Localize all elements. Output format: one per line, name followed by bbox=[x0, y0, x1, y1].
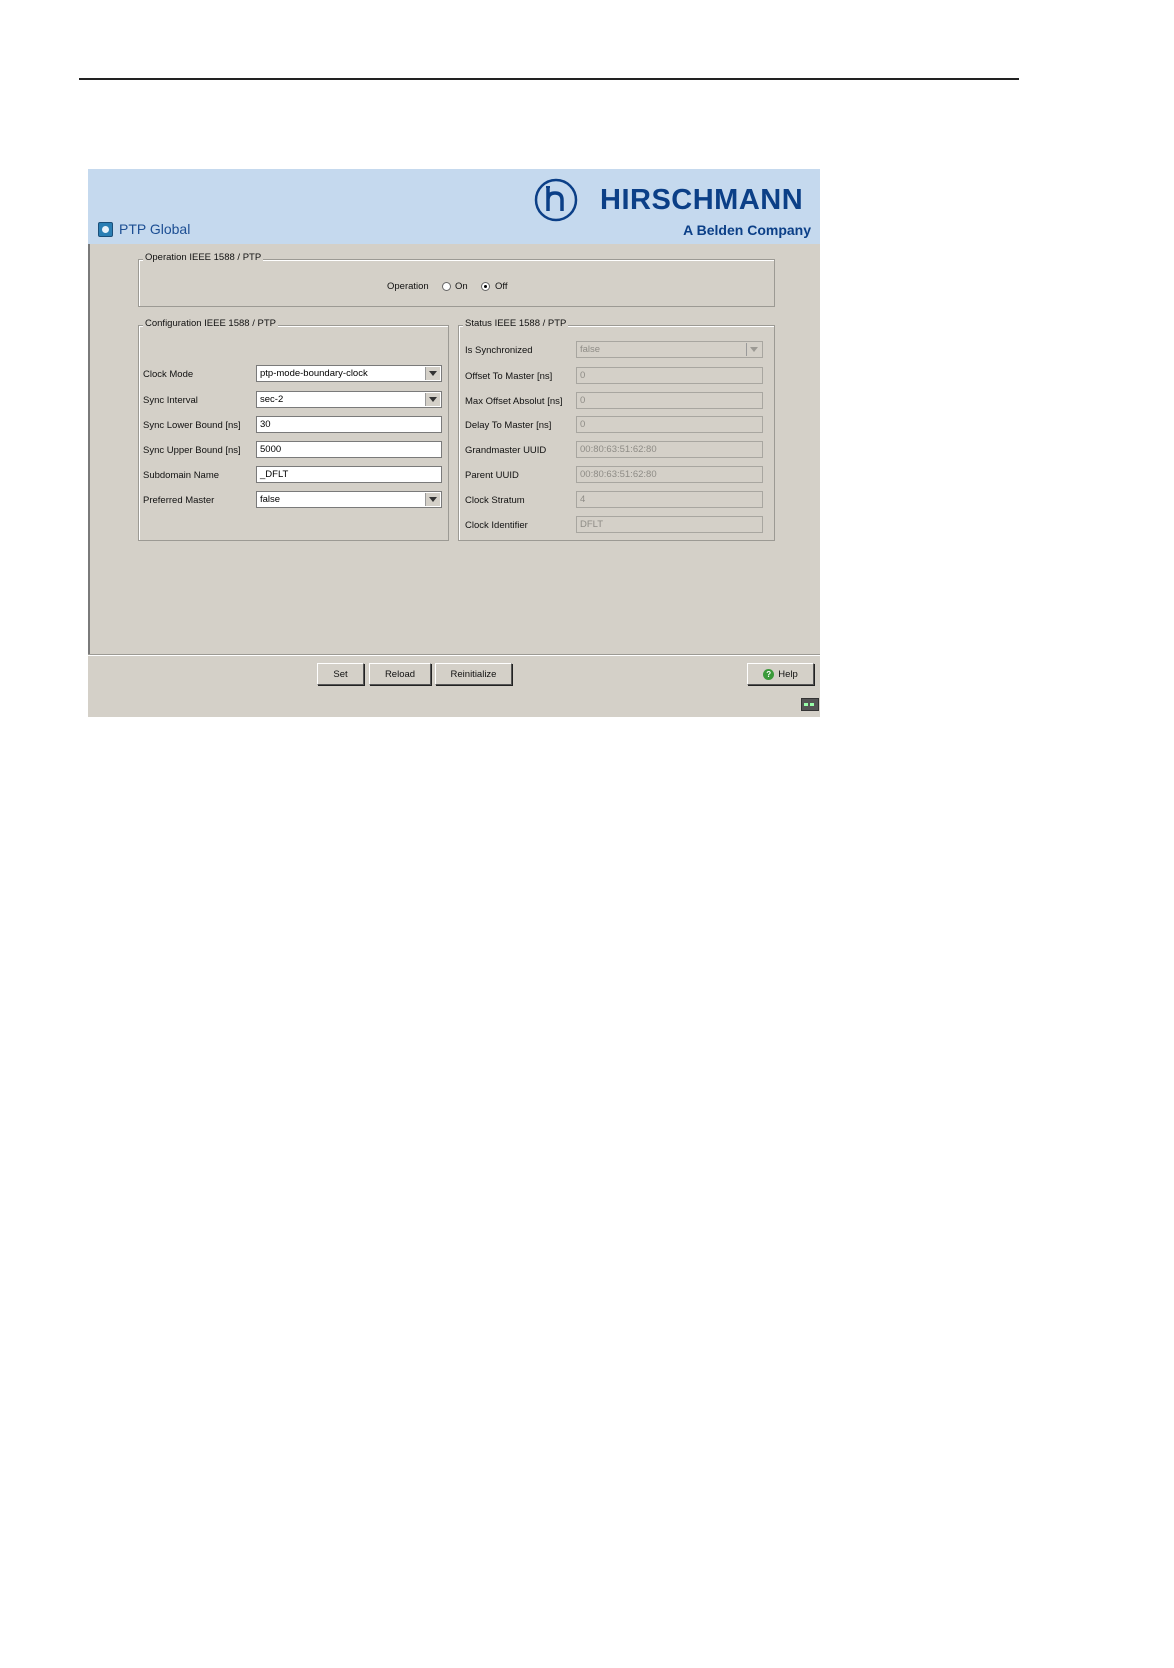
clock-mode-label: Clock Mode bbox=[143, 369, 194, 380]
delay-to-master-label: Delay To Master [ns] bbox=[465, 420, 552, 431]
operation-on-radio[interactable] bbox=[442, 282, 451, 291]
sync-interval-select[interactable]: sec-2 bbox=[256, 391, 442, 408]
reload-button[interactable]: Reload bbox=[369, 663, 431, 685]
sync-lower-bound-label: Sync Lower Bound [ns] bbox=[143, 420, 241, 431]
content-panel: Operation IEEE 1588 / PTP Operation On O… bbox=[88, 244, 820, 655]
clock-stratum-label: Clock Stratum bbox=[465, 495, 525, 506]
connection-status-icon bbox=[801, 698, 819, 711]
status-group-legend: Status IEEE 1588 / PTP bbox=[463, 318, 569, 329]
is-synchronized-select: false bbox=[576, 341, 763, 358]
configuration-group-legend: Configuration IEEE 1588 / PTP bbox=[143, 318, 278, 329]
page-top-rule bbox=[79, 78, 1019, 80]
help-button[interactable]: ? Help bbox=[747, 663, 814, 685]
help-icon: ? bbox=[763, 668, 775, 680]
reinitialize-label: Reinitialize bbox=[450, 668, 497, 680]
app-header: HIRSCHMANN A Belden Company PTP Global bbox=[88, 169, 820, 244]
operation-group-legend: Operation IEEE 1588 / PTP bbox=[143, 252, 264, 263]
operation-label: Operation bbox=[387, 281, 429, 292]
chevron-down-icon[interactable] bbox=[425, 493, 440, 506]
clock-identifier-label: Clock Identifier bbox=[465, 520, 528, 531]
offset-to-master-field: 0 bbox=[576, 367, 763, 384]
clock-identifier-field: DFLT bbox=[576, 516, 763, 533]
max-offset-absolut-label: Max Offset Absolut [ns] bbox=[465, 396, 563, 407]
grandmaster-uuid-field: 00:80:63:51:62:80 bbox=[576, 441, 763, 458]
sync-interval-value: sec-2 bbox=[260, 394, 284, 405]
max-offset-absolut-field: 0 bbox=[576, 392, 763, 409]
reinitialize-button[interactable]: Reinitialize bbox=[435, 663, 512, 685]
sync-upper-bound-input[interactable]: 5000 bbox=[256, 441, 442, 458]
preferred-master-label: Preferred Master bbox=[143, 495, 215, 506]
operation-off-label[interactable]: Off bbox=[495, 281, 508, 292]
delay-to-master-field: 0 bbox=[576, 416, 763, 433]
chevron-down-icon[interactable] bbox=[425, 367, 440, 380]
chevron-down-icon bbox=[746, 343, 761, 356]
help-label: Help bbox=[778, 668, 798, 680]
operation-off-radio[interactable] bbox=[481, 282, 490, 291]
brand-subtitle: A Belden Company bbox=[683, 222, 811, 238]
sync-upper-bound-label: Sync Upper Bound [ns] bbox=[143, 445, 241, 456]
subdomain-name-input[interactable]: _DFLT bbox=[256, 466, 442, 483]
subdomain-name-label: Subdomain Name bbox=[143, 470, 220, 481]
grandmaster-uuid-label: Grandmaster UUID bbox=[465, 445, 547, 456]
preferred-master-select[interactable]: false bbox=[256, 491, 442, 508]
app-window: HIRSCHMANN A Belden Company PTP Global O… bbox=[88, 169, 820, 717]
page-title: PTP Global bbox=[119, 221, 191, 237]
offset-to-master-label: Offset To Master [ns] bbox=[465, 371, 553, 382]
configuration-group: Configuration IEEE 1588 / PTP Clock Mode… bbox=[138, 318, 449, 541]
preferred-master-value: false bbox=[260, 494, 281, 505]
brand-name: HIRSCHMANN bbox=[600, 184, 804, 216]
hirschmann-logo-icon bbox=[534, 178, 578, 222]
is-synchronized-value: false bbox=[580, 344, 601, 355]
chevron-down-icon[interactable] bbox=[425, 393, 440, 406]
status-group: Status IEEE 1588 / PTP Is Synchronized f… bbox=[458, 318, 775, 541]
operation-on-label[interactable]: On bbox=[455, 281, 468, 292]
page-title-wrap: PTP Global bbox=[98, 221, 190, 237]
button-bar: Set Reload Reinitialize ? Help bbox=[88, 655, 820, 717]
set-button[interactable]: Set bbox=[317, 663, 364, 685]
clock-mode-select[interactable]: ptp-mode-boundary-clock bbox=[256, 365, 442, 382]
sync-lower-bound-input[interactable]: 30 bbox=[256, 416, 442, 433]
ptp-global-icon bbox=[98, 221, 113, 237]
parent-uuid-field: 00:80:63:51:62:80 bbox=[576, 466, 763, 483]
operation-group: Operation IEEE 1588 / PTP Operation On O… bbox=[138, 252, 775, 307]
parent-uuid-label: Parent UUID bbox=[465, 470, 519, 481]
sync-interval-label: Sync Interval bbox=[143, 395, 198, 406]
is-synchronized-label: Is Synchronized bbox=[465, 345, 533, 356]
clock-stratum-field: 4 bbox=[576, 491, 763, 508]
clock-mode-value: ptp-mode-boundary-clock bbox=[260, 368, 368, 379]
